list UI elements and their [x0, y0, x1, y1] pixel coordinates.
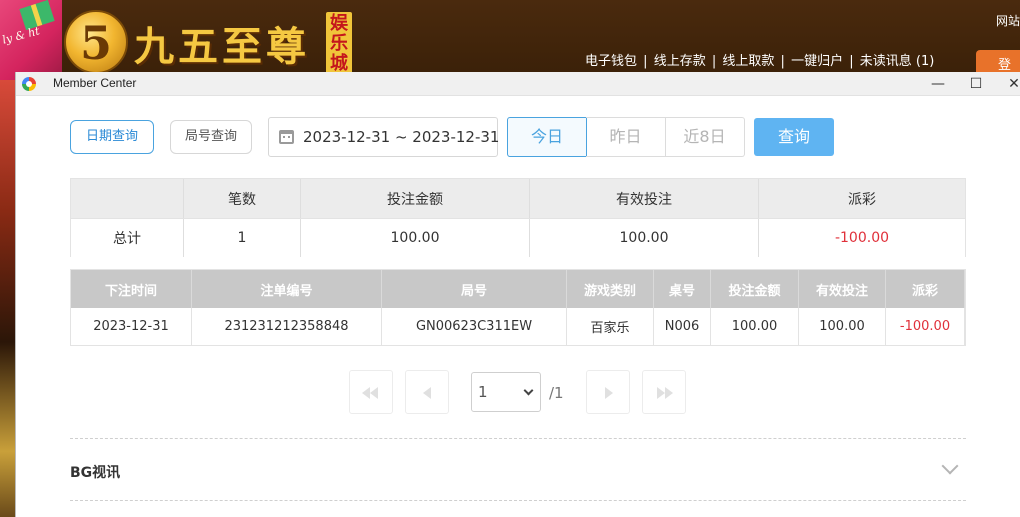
- nav-deposit[interactable]: 线上存款: [654, 54, 706, 69]
- nav-unread-messages[interactable]: 未读讯息 (1): [860, 54, 935, 69]
- detail-header-bet-time: 下注时间: [71, 270, 192, 308]
- nav-withdraw[interactable]: 线上取款: [722, 54, 774, 69]
- summary-header-bet-amount: 投注金额: [301, 179, 530, 218]
- detail-game-type: 百家乐: [567, 308, 654, 345]
- detail-bet-amount: 100.00: [711, 308, 799, 345]
- bet-detail-table: 下注时间 注单编号 局号 游戏类别 桌号 投注金额 有效投注 派彩 2023-1…: [70, 269, 966, 346]
- window-titlebar[interactable]: Member Center — ☐ ✕: [16, 72, 1020, 96]
- summary-count: 1: [184, 219, 301, 257]
- detail-header-bet-id: 注单编号: [192, 270, 382, 308]
- section-divider: [70, 500, 966, 501]
- summary-header-valid-bet: 有效投注: [530, 179, 759, 218]
- member-center-content: 日期查询 局号查询 2023-12-31 ~ 2023-12-31 今日 昨日 …: [16, 96, 1020, 517]
- detail-header-bet-amount: 投注金额: [711, 270, 799, 308]
- detail-header-table-no: 桌号: [654, 270, 711, 308]
- detail-bet-time: 2023-12-31: [71, 308, 192, 345]
- query-button[interactable]: 查询: [754, 118, 834, 156]
- detail-header-round-id: 局号: [382, 270, 567, 308]
- promo-script-text: ly & ht: [0, 24, 42, 47]
- page-select[interactable]: 1: [471, 372, 541, 412]
- chevron-down-icon[interactable]: [941, 457, 959, 475]
- tab-date-query[interactable]: 日期查询: [70, 120, 154, 154]
- double-right-arrow-icon: [665, 387, 673, 399]
- table-row: 2023-12-31 231231212358848 GN00623C311EW…: [71, 308, 965, 345]
- summary-header-row: 笔数 投注金额 有效投注 派彩: [71, 179, 965, 218]
- date-range-value: 2023-12-31 ~ 2023-12-31: [303, 128, 500, 146]
- nav-separator: |: [849, 54, 854, 69]
- browser-logo-icon: [22, 77, 36, 91]
- detail-header-valid-bet: 有效投注: [799, 270, 886, 308]
- detail-valid-bet: 100.00: [799, 308, 886, 345]
- summary-bet-amount: 100.00: [301, 219, 530, 257]
- double-right-arrow-icon: [657, 387, 665, 399]
- maximize-button[interactable]: ☐: [966, 75, 986, 93]
- last-8-days-button[interactable]: 近8日: [665, 117, 745, 157]
- summary-payout: -100.00: [834, 230, 890, 246]
- detail-header-row: 下注时间 注单编号 局号 游戏类别 桌号 投注金额 有效投注 派彩: [71, 270, 965, 308]
- close-button[interactable]: ✕: [1004, 75, 1020, 93]
- detail-table-no: N006: [654, 308, 711, 345]
- site-header: ly & ht 5 九五至尊 娱乐城 电子钱包 | 线上存款 | 线上取款 | …: [0, 0, 1020, 80]
- promo-banner-decoration: ly & ht: [0, 0, 62, 80]
- summary-header-count: 笔数: [184, 179, 301, 218]
- site-side-banner: [0, 80, 15, 517]
- detail-round-id: GN00623C311EW: [382, 308, 567, 345]
- nav-separator: |: [780, 54, 785, 69]
- nav-consolidate[interactable]: 一键归户: [791, 54, 843, 69]
- summary-table: 笔数 投注金额 有效投注 派彩 总计 1 100.00 100.00 -100.…: [70, 178, 966, 257]
- date-range-input[interactable]: 2023-12-31 ~ 2023-12-31: [268, 117, 500, 157]
- nav-wallet[interactable]: 电子钱包: [585, 54, 637, 69]
- next-page-button[interactable]: [586, 370, 630, 414]
- nav-separator: |: [711, 54, 717, 69]
- summary-total-label: 总计: [71, 219, 184, 257]
- section-title-bg-video[interactable]: BG视讯: [70, 462, 120, 482]
- right-arrow-icon: [605, 387, 613, 399]
- detail-bet-id: 231231212358848: [192, 308, 382, 345]
- summary-total-row: 总计 1 100.00 100.00 -100.00: [71, 218, 965, 257]
- summary-header-payout: 派彩: [848, 191, 876, 208]
- nav-separator: |: [643, 54, 648, 69]
- left-arrow-icon: [423, 387, 431, 399]
- member-center-window: Member Center — ☐ ✕ 日期查询 局号查询 2023-12-31…: [15, 72, 1020, 517]
- detail-header-game-type: 游戏类别: [567, 270, 654, 308]
- double-left-arrow-icon: [362, 387, 370, 399]
- site-logo-emblem[interactable]: 5: [64, 10, 128, 74]
- double-left-arrow-icon: [370, 387, 378, 399]
- tab-round-query[interactable]: 局号查询: [170, 120, 252, 154]
- site-logo-badge: 娱乐城: [326, 12, 352, 74]
- last-page-button[interactable]: [642, 370, 686, 414]
- page-select-value: 1: [478, 383, 488, 401]
- detail-payout: -100.00: [886, 308, 965, 345]
- site-top-link[interactable]: 网站: [996, 12, 1020, 29]
- detail-header-payout: 派彩: [886, 270, 965, 308]
- summary-header-empty: [71, 179, 184, 218]
- first-page-button[interactable]: [349, 370, 393, 414]
- window-title: Member Center: [53, 76, 137, 90]
- site-nav: 电子钱包 | 线上存款 | 线上取款 | 一键归户 | 未读讯息 (1): [585, 50, 936, 69]
- calendar-icon: [279, 130, 294, 144]
- today-button[interactable]: 今日: [507, 117, 587, 157]
- section-divider: [70, 438, 966, 439]
- logo-numeral: 5: [79, 16, 112, 70]
- page-total: /1: [549, 384, 564, 402]
- chevron-down-icon: [523, 385, 534, 396]
- minimize-button[interactable]: —: [928, 75, 948, 93]
- prev-page-button[interactable]: [405, 370, 449, 414]
- site-logo-text[interactable]: 九五至尊: [134, 14, 310, 72]
- summary-valid-bet: 100.00: [530, 219, 759, 257]
- yesterday-button[interactable]: 昨日: [586, 117, 666, 157]
